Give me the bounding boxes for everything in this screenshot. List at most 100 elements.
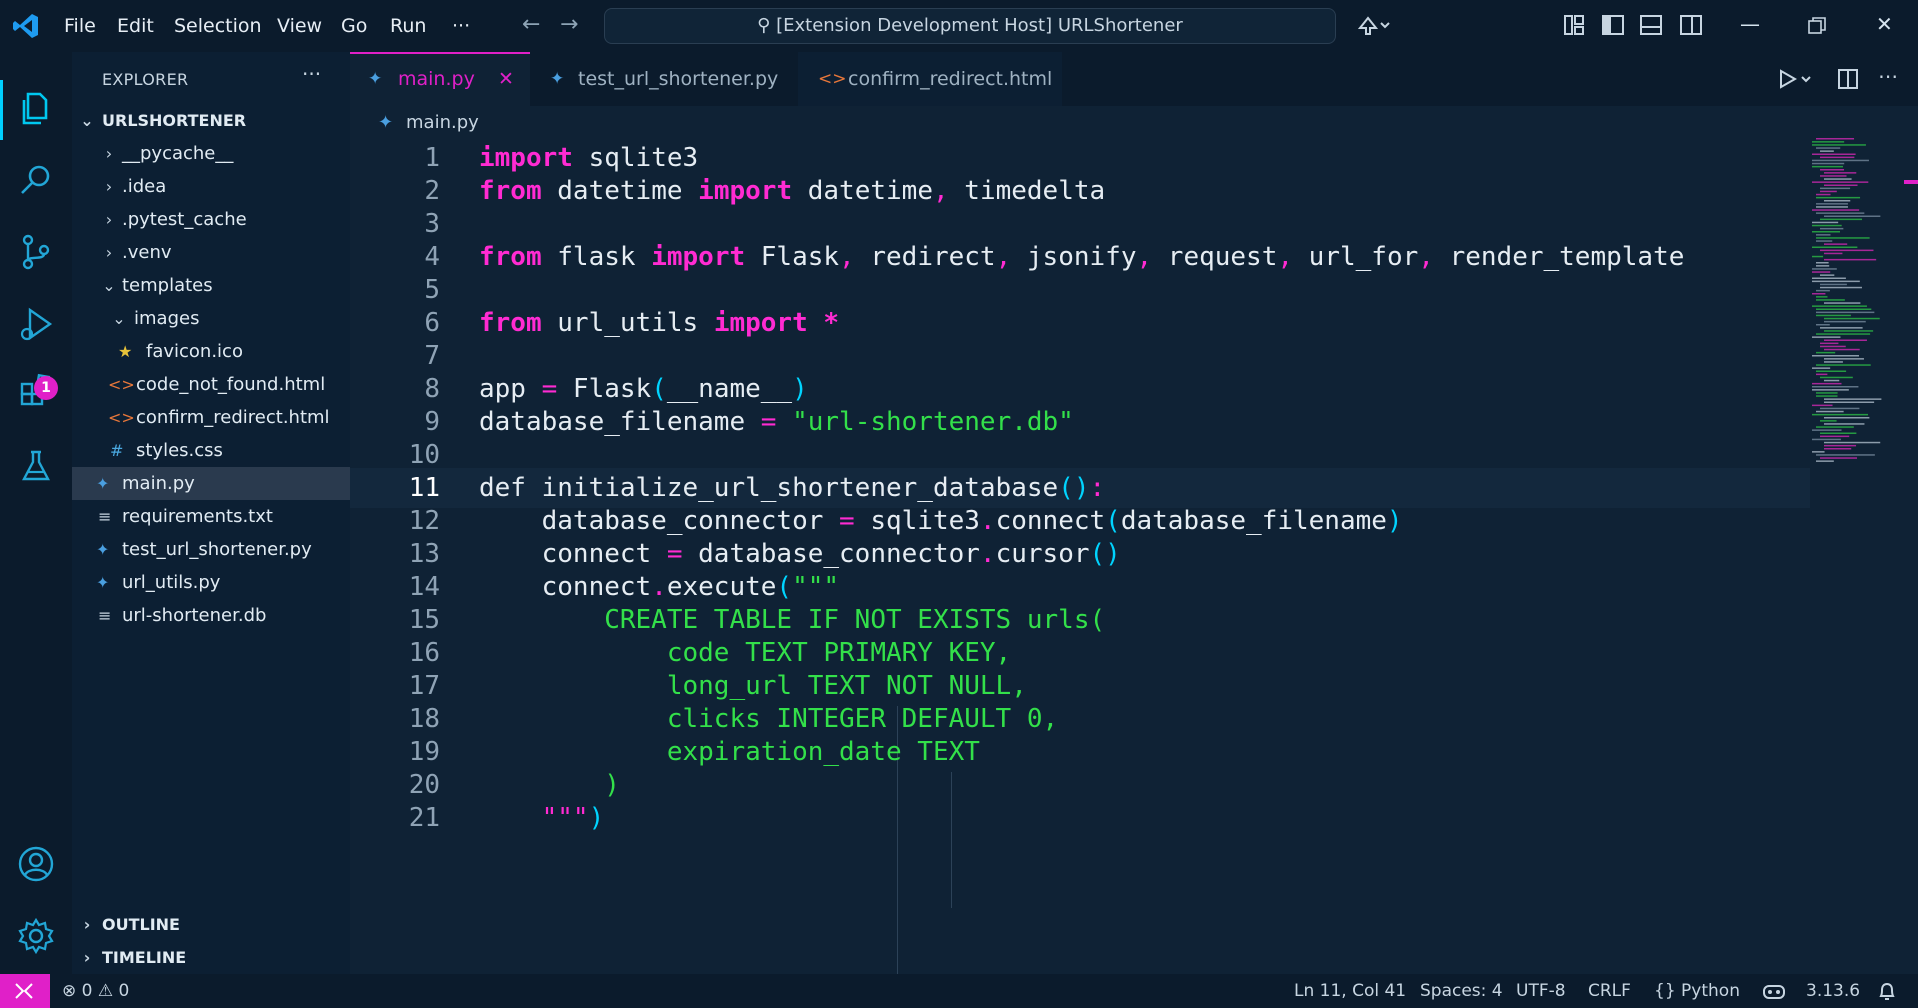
close-window-icon[interactable]: ✕ [1876,12,1893,36]
minimap-line [1816,410,1844,413]
tree-item-label: images [134,308,200,329]
source-control-icon[interactable] [16,232,56,272]
active-indicator [0,80,3,140]
minimap-line [1812,277,1846,279]
minimap-line [1824,348,1860,351]
menu-view[interactable]: View [277,0,322,52]
tab-confirm-redirect[interactable]: <> confirm_redirect.html [798,52,1062,106]
minimap-line [1824,330,1874,332]
problems-indicator[interactable]: ⊗ 0 ⚠ 0 [62,974,129,1008]
restore-icon[interactable] [1808,17,1826,35]
tab-main-py[interactable]: ✦ main.py ✕ [350,52,530,106]
run-python-file-icon[interactable] [1778,69,1812,89]
menu-go[interactable]: Go [341,0,367,52]
html-file-icon: <> [108,375,135,394]
menu-more[interactable]: ··· [452,0,470,52]
minimap-line [1816,262,1829,264]
tree-item-images[interactable]: ⌄ images [72,302,350,335]
language-mode[interactable]: {} Python [1654,974,1740,1008]
cursor-position[interactable]: Ln 11, Col 41 [1294,974,1406,1008]
menu-selection[interactable]: Selection [174,0,262,52]
breadcrumb-item[interactable]: main.py [406,106,479,140]
minimap-line [1812,305,1867,307]
text-file-icon: ≡ [98,507,112,526]
toggle-panel-icon[interactable] [1640,15,1662,35]
tab-test-url-shortener[interactable]: ✦ test_url_shortener.py [530,52,798,106]
workspace-root-label: URLSHORTENER [102,111,247,130]
forward-arrow-icon[interactable]: → [560,12,578,37]
remote-indicator[interactable] [0,974,50,1008]
minimap[interactable] [1810,136,1902,466]
tree-item-main-py[interactable]: ✦ main.py [72,467,350,500]
tree-item-pycache[interactable]: › __pycache__ [72,137,350,170]
encoding[interactable]: UTF-8 [1516,974,1566,1008]
workspace-root[interactable]: ⌄ URLSHORTENER [72,104,350,137]
run-debug-icon[interactable] [16,304,56,344]
command-center-search[interactable]: ⚲ [Extension Development Host] URLShorte… [604,8,1336,44]
minimap-line [1812,255,1824,258]
search-icon[interactable] [16,160,56,200]
text-file-icon: ≡ [98,606,112,625]
minimap-line [1816,138,1855,140]
tree-item-confirm-redirect[interactable]: <> confirm_redirect.html [72,401,350,434]
minimize-icon[interactable]: — [1740,12,1760,36]
toggle-primary-sidebar-icon[interactable] [1602,15,1624,35]
tree-item-idea[interactable]: › .idea [72,170,350,203]
minimap-line [1816,299,1845,301]
error-icon: ⊗ [62,981,77,1001]
minimap-line [1820,274,1835,276]
outline-section[interactable]: › OUTLINE [72,908,350,941]
code-text: """) [479,803,605,833]
tree-item-label: confirm_redirect.html [136,407,330,428]
tab-label: confirm_redirect.html [848,68,1053,90]
minimap-line [1812,355,1859,357]
more-actions-icon[interactable]: ⋯ [1878,64,1898,88]
tree-item-url-shortener-db[interactable]: ≡ url-shortener.db [72,599,350,632]
tree-item-favicon[interactable]: ★ favicon.ico [72,335,350,368]
menu-edit[interactable]: Edit [117,0,154,52]
settings-gear-icon[interactable] [16,916,56,956]
back-arrow-icon[interactable]: ← [522,12,540,37]
tree-item-label: __pycache__ [122,143,234,164]
indentation[interactable]: Spaces: 4 [1420,974,1503,1008]
menu-file[interactable]: File [64,0,96,52]
tree-item-requirements[interactable]: ≡ requirements.txt [72,500,350,533]
explorer-icon[interactable] [16,88,56,128]
customize-layout-icon[interactable] [1564,15,1584,35]
notifications-bell-icon[interactable] [1878,982,1896,1002]
code-editor[interactable]: 1 import sqlite3 2 from datetime import … [350,140,1918,974]
toggle-secondary-sidebar-icon[interactable] [1680,15,1702,35]
minimap-line [1820,218,1863,221]
tree-item-venv[interactable]: › .venv [72,236,350,269]
minimap-line [1816,212,1865,214]
tree-item-test-url-shortener[interactable]: ✦ test_url_shortener.py [72,533,350,566]
timeline-label: TIMELINE [102,948,187,967]
tree-item-styles[interactable]: # styles.css [72,434,350,467]
tree-item-pytest-cache[interactable]: › .pytest_cache [72,203,350,236]
timeline-section[interactable]: › TIMELINE [72,941,350,974]
minimap-line [1812,144,1866,146]
chevron-right-icon: › [105,243,113,262]
python-version[interactable]: 3.13.6 [1806,974,1860,1008]
testing-icon[interactable] [16,446,56,486]
minimap-line [1812,451,1825,453]
tree-item-templates[interactable]: ⌄ templates [72,269,350,302]
copilot-status-icon[interactable] [1762,982,1786,1000]
minimap-line [1820,175,1847,177]
copilot-icon[interactable] [1356,14,1390,38]
split-editor-icon[interactable] [1838,69,1858,89]
minimap-line [1824,178,1852,180]
end-of-line[interactable]: CRLF [1588,974,1631,1008]
account-icon[interactable] [16,844,56,884]
minimap-line [1824,200,1851,202]
explorer-more-actions[interactable]: ··· [302,62,321,86]
close-tab-icon[interactable]: ✕ [498,54,514,104]
warning-count: 0 [118,981,130,1001]
menu-run[interactable]: Run [390,0,426,52]
minimap-line [1816,203,1848,205]
vscode-logo-icon[interactable] [12,12,40,40]
minimap-line [1820,435,1850,438]
tree-item-code-not-found[interactable]: <> code_not_found.html [72,368,350,401]
tree-item-label: favicon.ico [146,341,243,362]
tree-item-url-utils[interactable]: ✦ url_utils.py [72,566,350,599]
